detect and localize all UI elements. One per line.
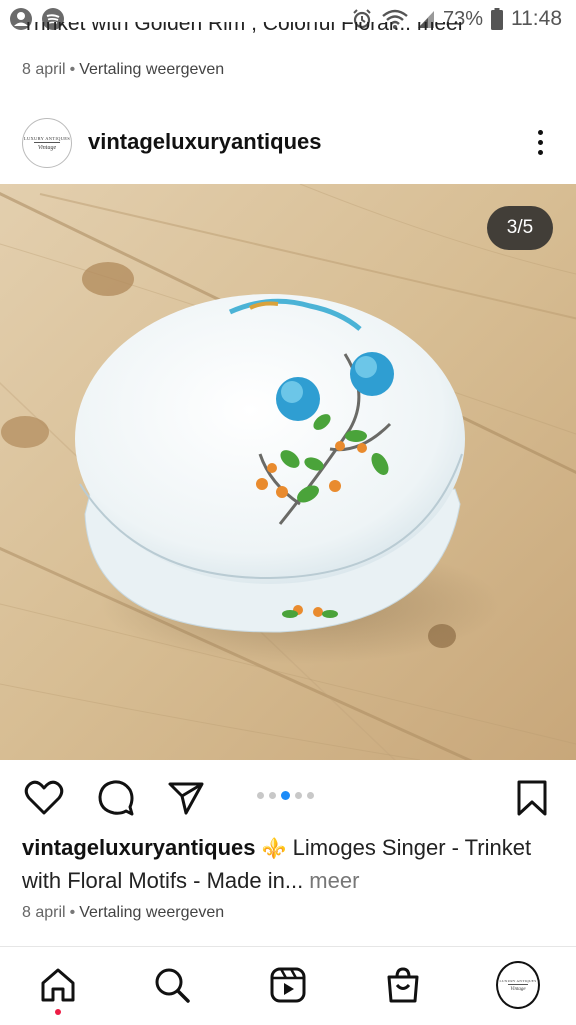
avatar: LUXURY ANTIQUES Vintage	[499, 966, 537, 1004]
nav-home[interactable]	[36, 963, 80, 1007]
image-counter-badge: 3/5	[487, 206, 553, 250]
bottom-navigation: LUXURY ANTIQUES Vintage	[0, 946, 576, 1025]
more-options-button[interactable]	[530, 124, 550, 160]
profile-avatar: LUXURY ANTIQUES Vintage	[496, 961, 540, 1009]
previous-caption-text: Trinket with Golden Rim , Colorful Flora…	[22, 22, 465, 35]
avatar-divider	[508, 983, 528, 985]
caption-more-link[interactable]: meer	[303, 868, 359, 893]
comment-icon	[98, 780, 134, 816]
post-image[interactable]: 3/5	[0, 184, 576, 760]
avatar-line1: LUXURY ANTIQUES	[499, 978, 537, 983]
previous-post-caption: Trinket with Golden Rim , Colorful Flora…	[22, 22, 562, 46]
carousel-dot	[307, 792, 314, 799]
carousel-indicator	[257, 791, 314, 800]
post-meta: 8 april • Vertaling weergeven	[22, 904, 225, 921]
reels-icon	[270, 967, 306, 1003]
nav-search[interactable]	[150, 963, 194, 1007]
post-date: 8 april	[22, 904, 66, 921]
post-username[interactable]: vintageluxuryantiques	[88, 129, 322, 155]
nav-reels[interactable]	[266, 963, 310, 1007]
avatar-divider	[34, 141, 60, 143]
send-icon	[168, 782, 204, 815]
dot-icon	[537, 139, 543, 145]
share-button[interactable]	[166, 778, 206, 818]
post-header: LUXURY ANTIQUES Vintage vintageluxuryant…	[0, 112, 576, 172]
avatar-line2: Vintage	[37, 144, 57, 151]
translate-link[interactable]: Vertaling weergeven	[79, 61, 224, 78]
carousel-dot	[257, 792, 264, 799]
carousel-dot-active	[281, 791, 290, 800]
avatar-line1: LUXURY ANTIQUES	[23, 135, 71, 141]
notification-dot	[55, 1009, 61, 1015]
search-icon	[155, 968, 190, 1003]
carousel-dot	[295, 792, 302, 799]
post-date: 8 april	[22, 61, 66, 78]
porcelain-box-photo	[0, 184, 576, 760]
translate-link[interactable]: Vertaling weergeven	[79, 904, 224, 921]
home-icon	[41, 968, 75, 1002]
avatar[interactable]: LUXURY ANTIQUES Vintage	[22, 118, 72, 168]
dot-icon	[537, 129, 543, 135]
comment-button[interactable]	[96, 778, 136, 818]
carousel-dot	[269, 792, 276, 799]
bookmark-icon	[517, 780, 547, 816]
save-button[interactable]	[512, 778, 552, 818]
caption-username[interactable]: vintageluxuryantiques	[22, 835, 256, 860]
like-button[interactable]	[24, 778, 64, 818]
avatar-line2: Vintage	[510, 986, 526, 992]
action-bar	[0, 768, 576, 824]
dot-icon	[537, 149, 543, 155]
fleur-de-lis-emoji: ⚜️	[261, 838, 287, 860]
nav-shop[interactable]	[381, 963, 425, 1007]
previous-post-meta: 8 april • Vertaling weergeven	[22, 61, 225, 78]
nav-profile[interactable]: LUXURY ANTIQUES Vintage	[496, 961, 540, 1009]
post-caption: vintageluxuryantiques ⚜️ Limoges Singer …	[22, 832, 552, 897]
shop-icon	[387, 967, 419, 1003]
heart-icon	[24, 780, 64, 815]
